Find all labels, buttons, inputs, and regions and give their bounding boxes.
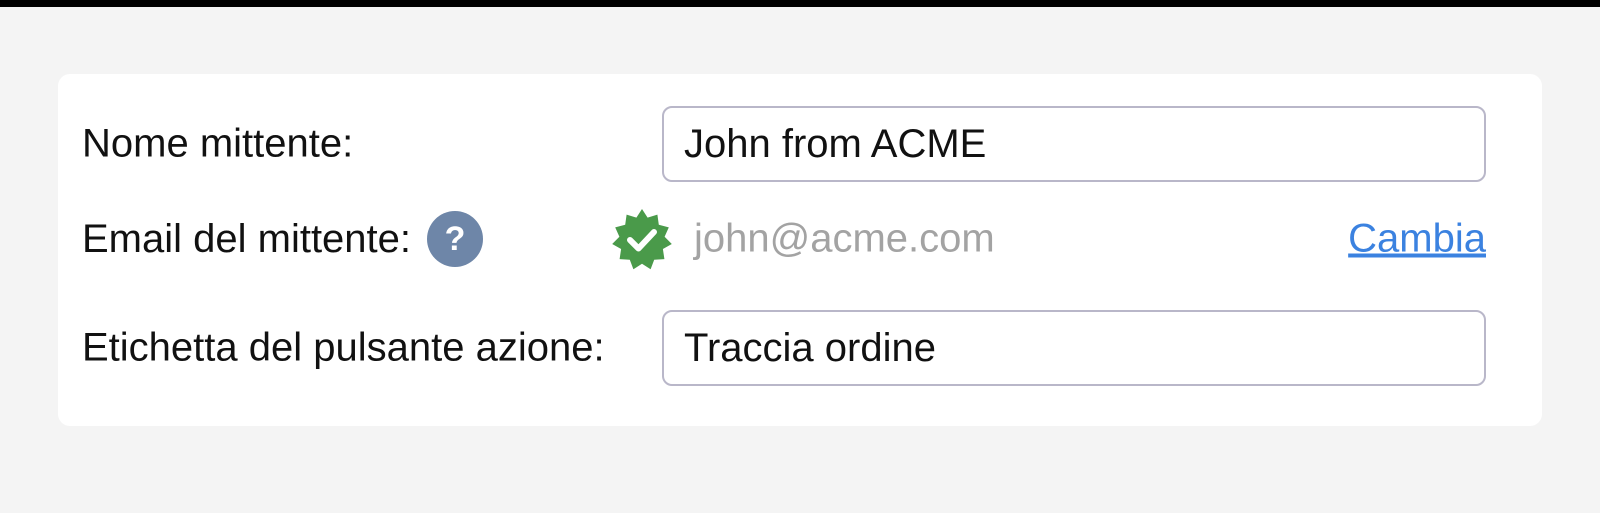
change-email-link[interactable]: Cambia (1348, 217, 1486, 262)
action-button-label-label: Etichetta del pulsante azione: (82, 325, 605, 370)
sender-name-input[interactable]: John from ACME (662, 106, 1486, 182)
sender-email-value: john@acme.com (694, 216, 995, 261)
top-bar (0, 0, 1600, 7)
sender-name-label: Nome mittente: (82, 121, 354, 166)
action-button-label-row: Etichetta del pulsante azione: Traccia o… (58, 310, 1542, 386)
question-mark-icon[interactable]: ? (427, 211, 484, 267)
verified-badge-shape (612, 209, 672, 270)
sender-settings-form: Nome mittente: John from ACME Email del … (58, 74, 1542, 426)
sender-email-row: Email del mittente: ? john@acme.com Camb… (58, 206, 1542, 272)
action-button-label-value: Traccia ordine (684, 325, 936, 370)
sender-name-row: Nome mittente: John from ACME (58, 106, 1542, 182)
verified-badge-icon (612, 209, 672, 270)
sender-email-label: Email del mittente: (82, 216, 412, 261)
sender-name-value: John from ACME (684, 121, 987, 166)
action-button-label-input[interactable]: Traccia ordine (662, 310, 1486, 386)
sender-email-label-group: Email del mittente: ? (82, 211, 484, 267)
